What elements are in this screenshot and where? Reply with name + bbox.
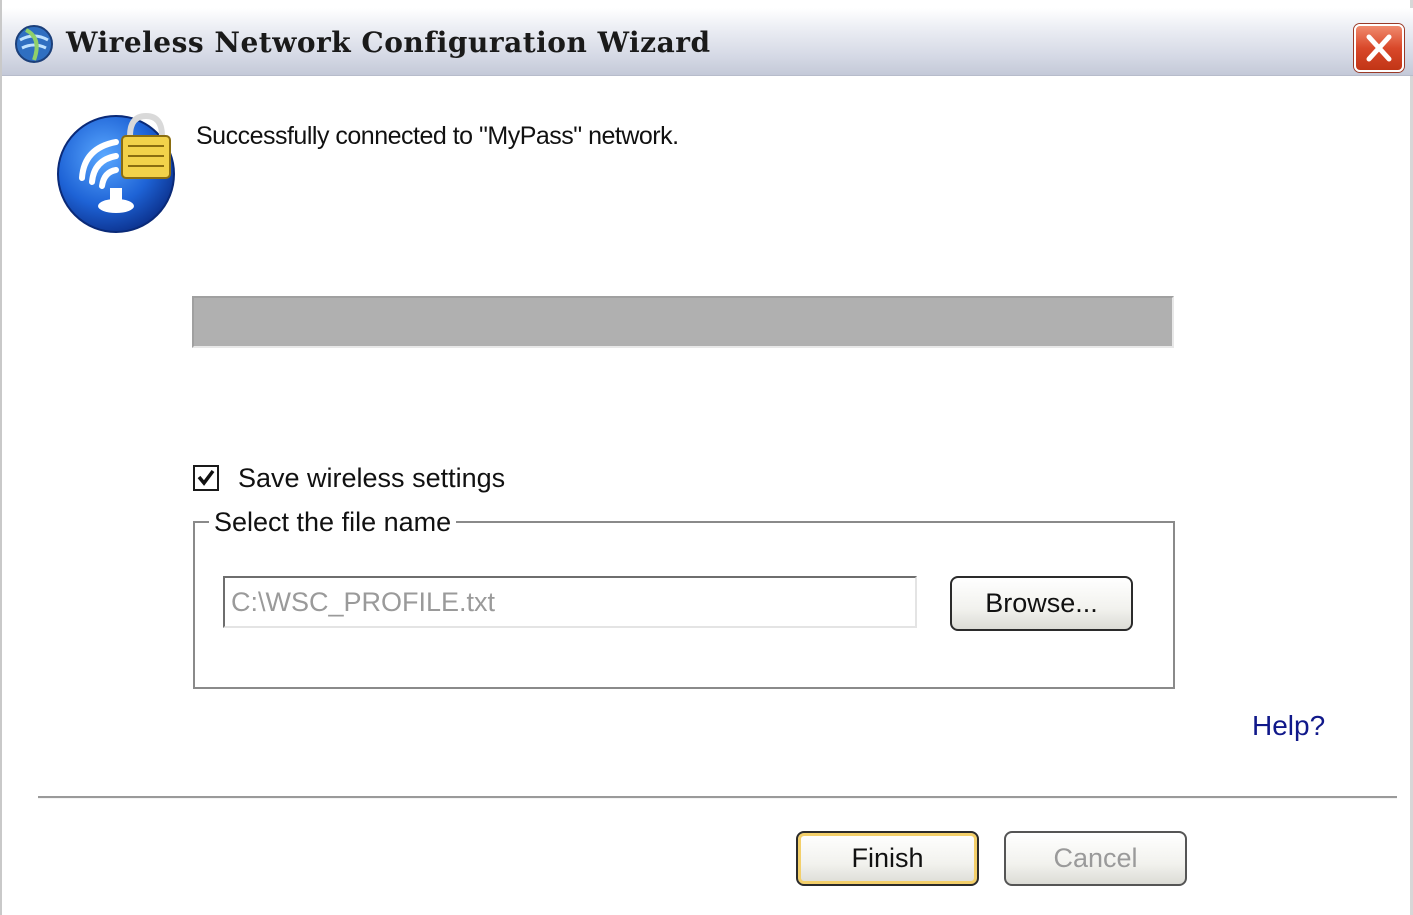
file-name-group-legend: Select the file name [209,507,457,538]
browse-button-label: Browse... [985,588,1098,618]
save-settings-label[interactable]: Save wireless settings [238,463,505,494]
save-settings-checkbox[interactable] [193,465,219,491]
title-bar[interactable]: Wireless Network Configuration Wizard [2,8,1413,76]
checkmark-icon [197,469,215,486]
cancel-button-label: Cancel [1053,843,1138,873]
footer-divider [38,796,1397,799]
file-path-input[interactable] [223,576,917,628]
close-button[interactable] [1354,24,1404,72]
browse-button[interactable]: Browse... [950,576,1133,631]
status-message: Successfully connected to "MyPass" netwo… [196,122,679,150]
close-icon [1366,34,1392,62]
window-title: Wireless Network Configuration Wizard [66,26,711,59]
finish-button[interactable]: Finish [796,831,979,886]
help-link[interactable]: Help? [1252,710,1325,742]
progress-bar [192,296,1174,348]
wireless-lock-icon [54,108,179,233]
globe-icon [14,24,54,64]
cancel-button[interactable]: Cancel [1004,831,1187,886]
finish-button-label: Finish [851,843,924,873]
wizard-window: Wireless Network Configuration Wizard Su… [0,0,1413,915]
